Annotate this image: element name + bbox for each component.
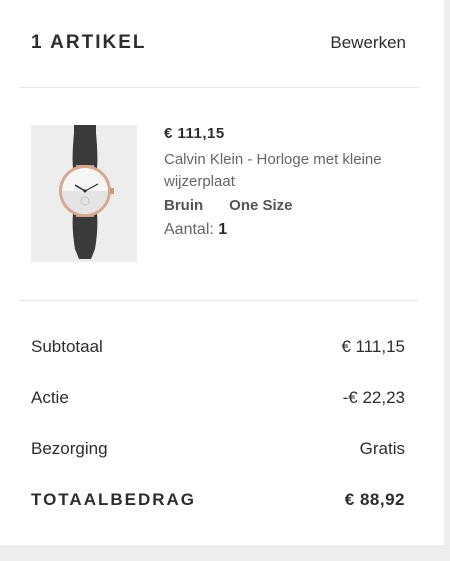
watch-image: [31, 125, 137, 262]
shipping-row: Bezorging Gratis: [31, 436, 405, 461]
bag-summary-card: 1 ARTIKEL Bewerken € 111,15 Calvin Klein…: [0, 0, 444, 545]
total-row: TOTAALBEDRAG € 88,92: [31, 487, 405, 512]
discount-value: -€ 22,23: [342, 387, 405, 407]
order-summary: Subtotaal € 111,15 Actie -€ 22,23 Bezorg…: [31, 334, 405, 538]
product-size: One Size: [229, 197, 293, 214]
bag-item: € 111,15 Calvin Klein - Horloge met klei…: [31, 125, 414, 262]
subtotal-value: € 111,15: [341, 336, 405, 356]
shipping-label: Bezorging: [31, 438, 108, 458]
bag-header: 1 ARTIKEL Bewerken: [31, 28, 406, 58]
product-quantity: Aantal: 1: [164, 221, 384, 239]
divider: [19, 300, 419, 301]
quantity-label: Aantal:: [164, 221, 214, 238]
total-label: TOTAALBEDRAG: [31, 489, 197, 509]
discount-row: Actie -€ 22,23: [31, 385, 405, 410]
product-attributes: Bruin One Size: [164, 196, 384, 216]
divider: [19, 87, 419, 88]
subtotal-row: Subtotaal € 111,15: [31, 334, 405, 359]
product-color: Bruin: [164, 197, 204, 214]
shipping-value: Gratis: [359, 438, 405, 458]
product-name-link[interactable]: Calvin Klein - Horloge met kleine wijzer…: [164, 149, 384, 193]
subtotal-label: Subtotaal: [31, 336, 103, 356]
discount-label: Actie: [31, 387, 69, 407]
total-value: € 88,92: [344, 489, 405, 509]
edit-button[interactable]: Bewerken: [330, 33, 406, 53]
quantity-value: 1: [218, 221, 228, 238]
product-info: € 111,15 Calvin Klein - Horloge met klei…: [164, 125, 384, 262]
product-image[interactable]: [31, 125, 137, 262]
item-count-title: 1 ARTIKEL: [31, 32, 147, 53]
product-price: € 111,15: [164, 125, 225, 142]
